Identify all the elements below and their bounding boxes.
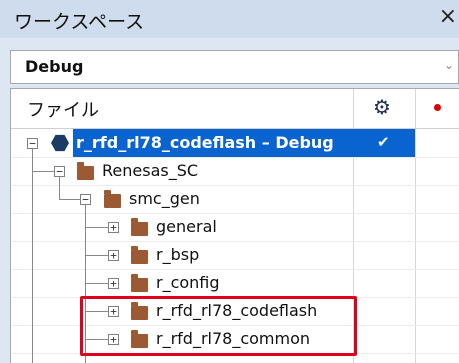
tree-item-r-bsp[interactable]: r_bsp	[156, 245, 199, 264]
file-column-header[interactable]: ファイル	[27, 96, 99, 122]
gear-icon[interactable]: ⚙	[373, 95, 391, 119]
row-separator	[11, 241, 459, 242]
row-separator	[11, 157, 459, 158]
folder-icon	[77, 162, 94, 180]
tree-expander[interactable]: −	[80, 194, 91, 205]
folder-icon	[131, 218, 148, 236]
check-icon[interactable]: ✔	[377, 133, 390, 151]
tree-expander[interactable]: +	[108, 250, 119, 261]
row-separator	[11, 213, 459, 214]
row-separator	[11, 269, 459, 270]
folder-icon	[104, 190, 121, 208]
project-expander[interactable]: −	[27, 138, 38, 149]
tree-item-general[interactable]: general	[156, 217, 217, 236]
folder-icon	[131, 246, 148, 264]
tree-line	[85, 227, 109, 228]
tree-expander[interactable]: −	[54, 166, 65, 177]
close-icon[interactable]: ×	[439, 4, 457, 29]
project-icon	[51, 134, 69, 152]
configuration-value: Debug	[25, 57, 84, 76]
tree-expander[interactable]: +	[108, 278, 119, 289]
workspace-panel: ワークスペース × Debug ⌄ ファイル ⚙ − r_rfd_rl78_co…	[0, 0, 459, 363]
configuration-dropdown[interactable]: Debug ⌄	[10, 50, 459, 84]
project-label[interactable]: r_rfd_rl78_codeflash – Debug	[76, 133, 334, 152]
chevron-down-icon[interactable]: ⌄	[444, 58, 454, 72]
tree-item-smc-gen[interactable]: smc_gen	[129, 189, 200, 208]
column-divider	[415, 89, 416, 363]
tree-line	[32, 149, 33, 363]
tree-expander[interactable]: +	[108, 222, 119, 233]
tree-line	[32, 171, 54, 172]
panel-titlebar: ワークスペース ×	[0, 0, 459, 38]
tree-item-renesas-sc[interactable]: Renesas_SC	[102, 161, 198, 180]
tree-line	[85, 283, 109, 284]
tree-line	[85, 255, 109, 256]
red-dot-icon[interactable]	[434, 104, 441, 111]
folder-icon	[131, 274, 148, 292]
highlight-box	[80, 296, 357, 356]
tree-item-r-config[interactable]: r_config	[156, 273, 220, 292]
tree-line	[59, 177, 60, 199]
tree-header: ファイル ⚙	[11, 89, 459, 129]
panel-title: ワークスペース	[14, 11, 145, 33]
row-separator	[11, 185, 459, 186]
